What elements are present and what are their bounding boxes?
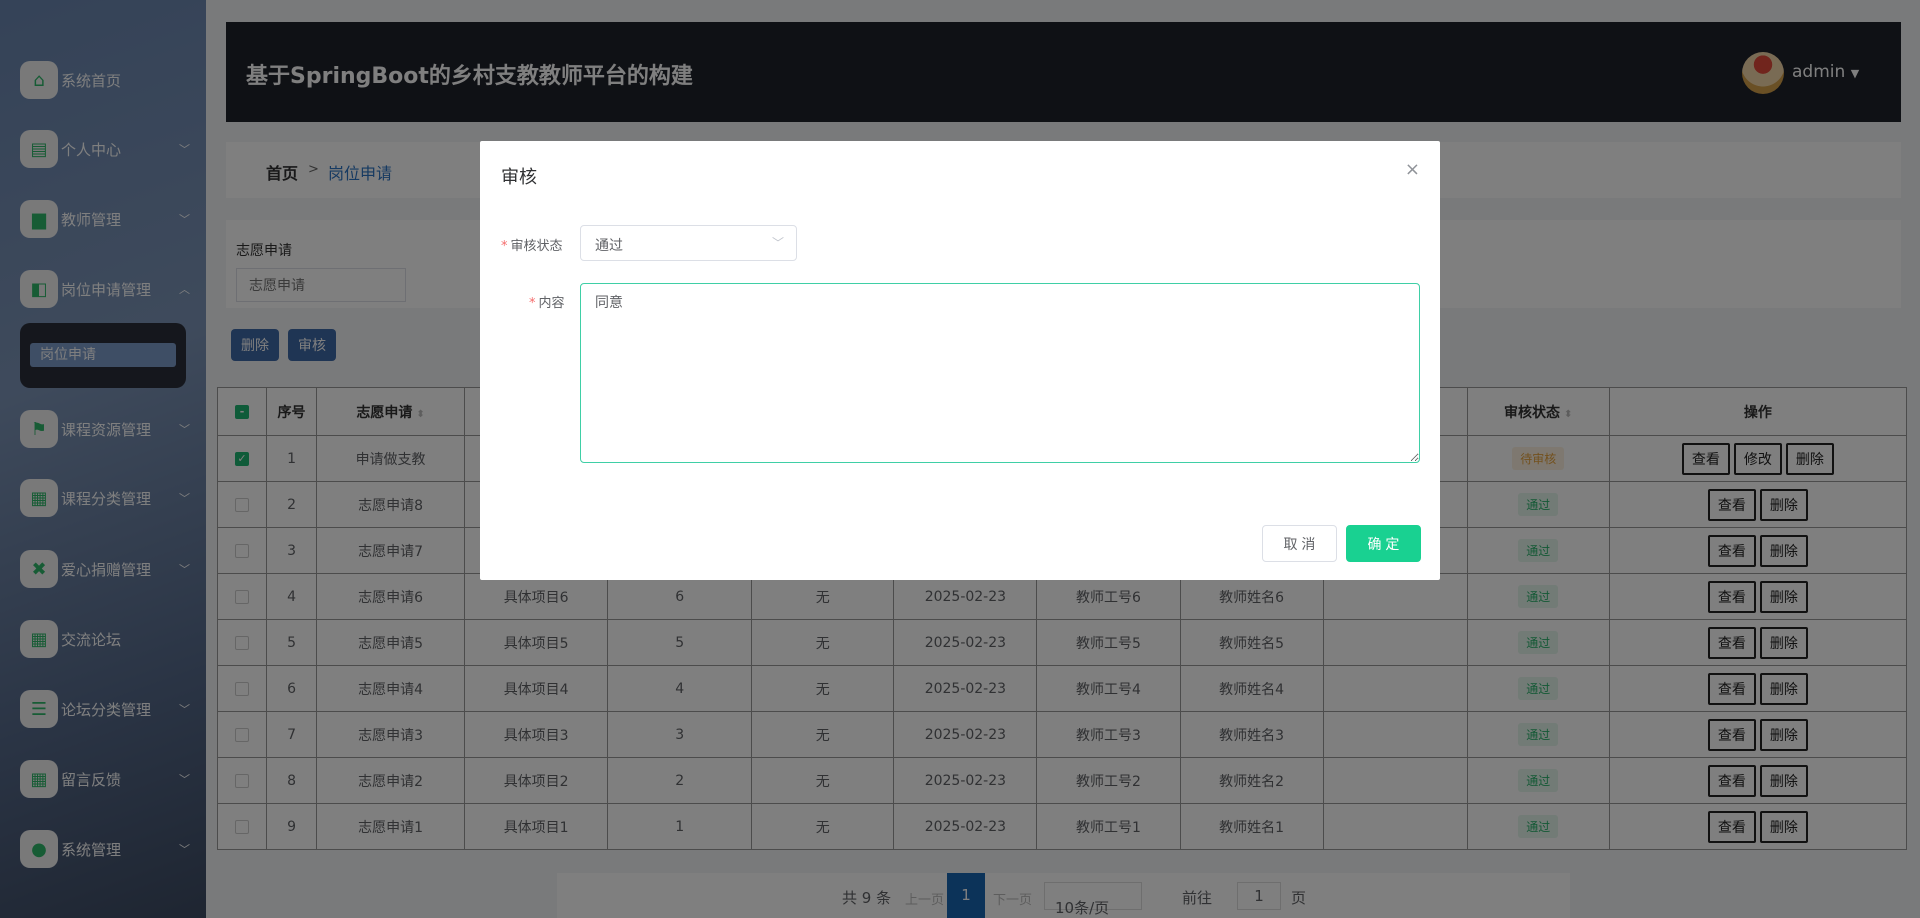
status-select-value: 通过 [595, 238, 623, 254]
close-icon[interactable]: × [1405, 159, 1420, 180]
content-label: * 内容 [529, 296, 565, 311]
content-textarea[interactable] [580, 283, 1420, 463]
chevron-down-icon: ﹀ [771, 236, 784, 250]
status-select[interactable]: 通过 ﹀ [580, 225, 797, 261]
audit-dialog: 审核 × *审核状态 通过 ﹀ *内容 取 消 确 定 [480, 141, 1440, 580]
confirm-button[interactable]: 确 定 [1346, 525, 1421, 562]
status-label: * 审核状态 [501, 239, 563, 254]
cancel-button[interactable]: 取 消 [1262, 525, 1337, 562]
dialog-title: 审核 [501, 167, 537, 188]
